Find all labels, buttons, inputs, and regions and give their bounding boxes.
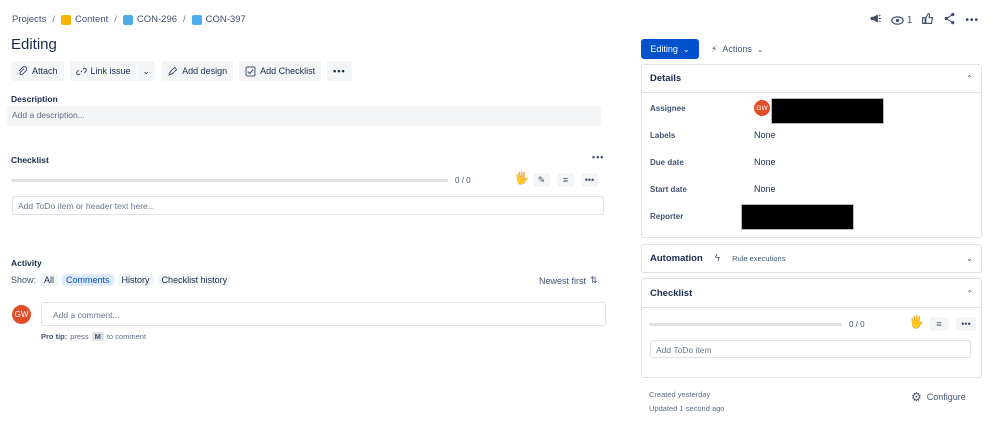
gear-icon: ⚙	[911, 390, 922, 404]
automation-panel: Automation ϟ Rule executions ⌄	[641, 244, 982, 273]
breadcrumb-con-296[interactable]: CON-296	[122, 14, 177, 25]
checklist-panel-controls: ≡ •••	[929, 317, 976, 331]
wave-hand-icon[interactable]: 🖐	[514, 171, 529, 185]
checklist-panel-progress-bar	[649, 323, 842, 326]
filter-history[interactable]: History	[117, 274, 154, 286]
checklist-panel-input[interactable]: Add ToDo item	[650, 340, 971, 358]
description-label: Description	[11, 94, 58, 104]
rule-executions-label: Rule executions	[732, 254, 786, 263]
breadcrumb: Projects / Content / CON-296 / CON-397	[12, 14, 246, 25]
status-dropdown[interactable]: Editing ⌄	[641, 39, 699, 59]
updated-timestamp: Updated 1 second ago	[649, 404, 725, 413]
eye-icon	[891, 15, 904, 25]
pro-tip: Pro tip: press M to comment	[41, 332, 147, 341]
reporter-name-redacted[interactable]	[741, 204, 854, 230]
attach-button[interactable]: Attach	[11, 61, 64, 81]
chevron-down-icon: ⌄	[756, 44, 764, 54]
actions-dropdown[interactable]: ⚡ Actions ⌄	[711, 39, 764, 59]
link-issue-dropdown[interactable]: ⌄	[137, 61, 156, 81]
more-icon[interactable]: •••	[956, 317, 976, 331]
add-design-button[interactable]: Add design	[161, 61, 234, 81]
chevron-up-icon: ⌃	[966, 74, 973, 83]
activity-filter-row: Show: All Comments History Checklist his…	[11, 274, 232, 286]
more-icon: •••	[333, 66, 346, 76]
more-actions-button[interactable]: •••	[327, 61, 352, 81]
avatar: GW	[12, 305, 31, 324]
start-date-label: Start date	[650, 185, 687, 194]
edit-pencil-icon[interactable]: ✎	[533, 173, 550, 187]
lightning-icon: ⚡	[711, 43, 718, 54]
task-icon	[191, 14, 202, 25]
due-date-value[interactable]: None	[754, 157, 776, 167]
assignee-name-redacted[interactable]	[771, 98, 884, 124]
filter-all[interactable]: All	[40, 274, 59, 286]
sort-button[interactable]: Newest first ⇅	[539, 275, 598, 286]
issue-title[interactable]: Editing	[11, 36, 57, 53]
lightning-icon: ϟ	[714, 253, 721, 264]
filter-checklist-history[interactable]: Checklist history	[157, 274, 232, 286]
chevron-down-icon: ⌄	[142, 65, 151, 76]
filter-comments[interactable]: Comments	[62, 274, 114, 286]
link-issue-split: Link issue ⌄	[69, 61, 156, 81]
checklist-panel: Checklist ⌃ 0 / 0 🖐 ≡ ••• Add ToDo item	[641, 278, 982, 378]
chevron-down-icon: ⌄	[966, 254, 973, 263]
details-header[interactable]: Details ⌃	[642, 65, 981, 93]
share-icon[interactable]	[943, 12, 956, 28]
epic-icon	[122, 14, 133, 25]
checklist-progress-count: 0 / 0	[455, 176, 471, 185]
checklist-item-input[interactable]: Add ToDo item or header text here...	[12, 196, 604, 215]
assignee-label: Assignee	[650, 104, 686, 113]
comment-input[interactable]: Add a comment...	[41, 302, 606, 326]
watch-count: 1	[906, 14, 913, 26]
configure-button[interactable]: ⚙ Configure	[911, 390, 966, 404]
breadcrumb-projects[interactable]: Projects	[12, 14, 46, 25]
start-date-value[interactable]: None	[754, 184, 776, 194]
link-issue-button[interactable]: Link issue	[69, 61, 137, 81]
chevron-up-icon: ⌃	[966, 288, 973, 298]
checklist-more-icon[interactable]: •••	[592, 152, 604, 162]
wave-hand-icon[interactable]: 🖐	[909, 315, 924, 329]
project-icon	[60, 14, 71, 25]
checklist-controls: ✎ ≡ •••	[533, 173, 598, 187]
pen-icon	[168, 66, 178, 76]
breadcrumb-separator: /	[52, 14, 55, 25]
breadcrumb-con-397[interactable]: CON-397	[191, 14, 246, 25]
checklist-panel-progress-count: 0 / 0	[849, 320, 865, 329]
issue-header-actions: 1 •••	[869, 12, 979, 28]
like-icon[interactable]	[921, 12, 934, 28]
automation-header[interactable]: Automation ϟ Rule executions ⌄	[642, 245, 981, 272]
breadcrumb-separator: /	[183, 14, 186, 25]
breadcrumb-content[interactable]: Content	[60, 14, 108, 25]
shortcut-key: M	[91, 332, 104, 341]
filter-icon[interactable]: ≡	[557, 173, 574, 187]
more-icon[interactable]: •••	[965, 15, 979, 26]
paperclip-icon	[18, 65, 28, 75]
show-label: Show:	[11, 275, 37, 285]
created-timestamp: Created yesterday	[649, 390, 711, 399]
sort-icon: ⇅	[590, 275, 598, 285]
due-date-label: Due date	[650, 158, 684, 167]
description-field[interactable]: Add a description...	[7, 106, 601, 126]
labels-label: Labels	[650, 131, 676, 140]
checklist-progress-bar	[11, 179, 448, 182]
labels-value[interactable]: None	[754, 130, 776, 140]
watch-button[interactable]: 1	[891, 14, 913, 27]
checklist-label: Checklist	[11, 155, 49, 165]
checkbox-icon	[245, 66, 256, 76]
more-icon[interactable]: •••	[581, 173, 598, 187]
add-checklist-button[interactable]: Add Checklist	[239, 61, 322, 81]
link-icon	[75, 67, 87, 75]
breadcrumb-separator: /	[114, 14, 117, 25]
details-panel: Details ⌃ Assignee GW Labels None Due da…	[641, 64, 982, 238]
filter-icon[interactable]: ≡	[929, 317, 949, 331]
activity-label: Activity	[11, 258, 42, 268]
feedback-megaphone-icon[interactable]	[869, 12, 882, 28]
reporter-label: Reporter	[650, 212, 684, 221]
assignee-avatar: GW	[754, 100, 770, 116]
chevron-down-icon: ⌄	[682, 44, 690, 54]
issue-toolbar: Attach Link issue ⌄ Add design Add Check…	[11, 61, 352, 81]
checklist-panel-header[interactable]: Checklist ⌃	[642, 279, 981, 308]
